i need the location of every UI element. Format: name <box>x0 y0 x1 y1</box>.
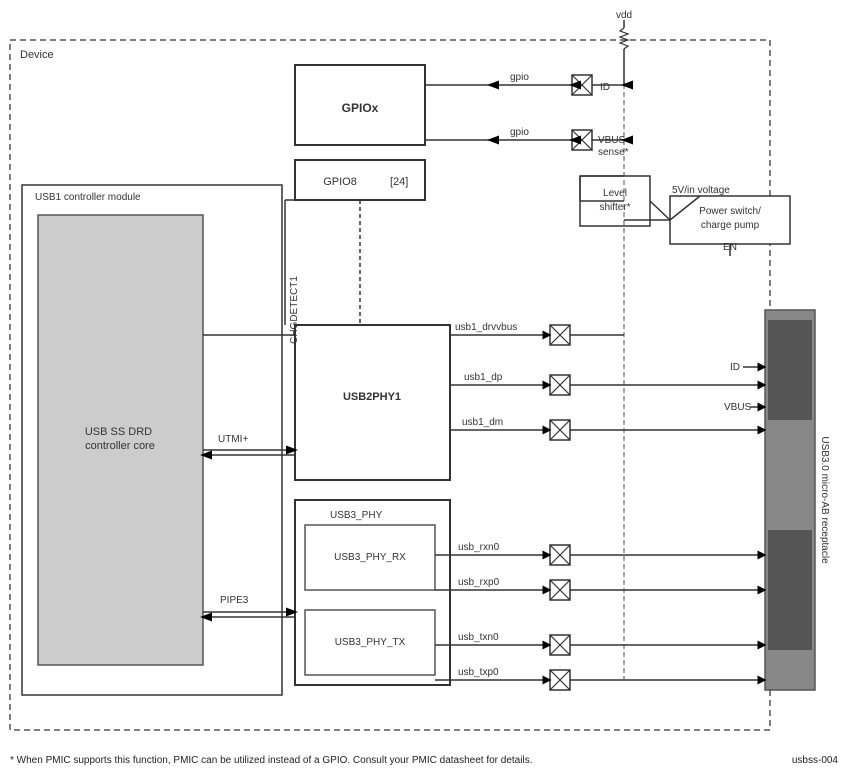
vdd-label: vdd <box>616 10 632 21</box>
usb-rxp0-label: usb_rxp0 <box>458 577 500 588</box>
resistor-symbol <box>620 28 628 49</box>
usb2phy1-label: USB2PHY1 <box>343 391 401 403</box>
usb1-dm-label: usb1_dm <box>462 417 503 428</box>
vbus-sense-label2: sense* <box>598 147 629 158</box>
usb-txn0-label: usb_txn0 <box>458 632 499 643</box>
usb-txp0-label: usb_txp0 <box>458 667 499 678</box>
id-connector-label: ID <box>730 362 740 373</box>
gpio-top-label: gpio <box>510 72 529 83</box>
5v-voltage-label: 5V/in voltage <box>672 185 730 196</box>
id-top-label: ID <box>600 82 610 93</box>
level-shifter-label: Level <box>603 188 627 199</box>
gpio-bottom-label: gpio <box>510 127 529 138</box>
diagram-container: Device USB1 controller module USB SS DRD… <box>0 0 848 774</box>
usb1-controller-label: USB1 controller module <box>35 192 141 203</box>
diagram-id: usbss-004 <box>792 755 838 766</box>
power-switch-label2: charge pump <box>701 220 760 231</box>
usb-receptacle-label: USB3.0 micro-AB receptacle <box>819 436 830 564</box>
gpiox-label: GPIOx <box>342 101 379 115</box>
pipe3-label: PIPE3 <box>220 595 249 606</box>
chgdetect1-label: CHGDETECT1 <box>289 276 300 344</box>
usb-rxn0-label: usb_rxn0 <box>458 542 500 553</box>
power-switch-label1: Power switch/ <box>699 206 761 217</box>
level-shifter-label2: shifter* <box>599 202 630 213</box>
device-label: Device <box>20 49 54 61</box>
gpio8-label: GPIO8 <box>323 176 357 188</box>
usb-receptacle-bottom-contact <box>768 530 812 650</box>
gpio8-bracket: [24] <box>390 176 408 188</box>
usb1-drvvbus-label: usb1_drvvbus <box>455 322 517 333</box>
usb-receptacle-top-contact <box>768 320 812 420</box>
ls-to-ps <box>650 201 670 220</box>
usb3-phy-label: USB3_PHY <box>330 510 383 521</box>
vbus-connector-label: VBUS <box>724 402 752 413</box>
usb1-dp-label: usb1_dp <box>464 372 503 383</box>
usb3-phy-tx-label: USB3_PHY_TX <box>335 637 406 648</box>
utmi-label: UTMI+ <box>218 434 248 445</box>
usb3-phy-rx-label: USB3_PHY_RX <box>334 552 406 563</box>
footnote: * When PMIC supports this function, PMIC… <box>10 755 532 766</box>
